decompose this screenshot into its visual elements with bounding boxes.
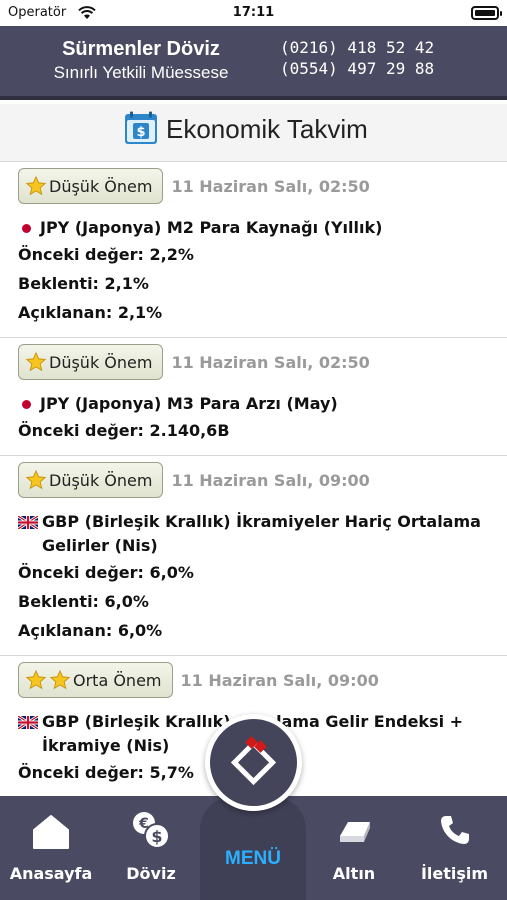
nav-currency-label: Döviz bbox=[126, 864, 176, 883]
calendar-dollar-icon: $ bbox=[125, 111, 157, 144]
importance-label: Düşük Önem bbox=[49, 176, 153, 196]
nav-gold-label: Altın bbox=[332, 864, 376, 883]
page-title: Ekonomik Takvim bbox=[166, 114, 368, 144]
menu-logo-button[interactable] bbox=[205, 714, 302, 811]
star-icon bbox=[25, 469, 47, 490]
event-date: 11 Haziran Salı, 09:00 bbox=[180, 670, 379, 690]
list-item[interactable]: Düşük Önem 11 Haziran Salı, 02:50 JPY (J… bbox=[0, 162, 507, 338]
clock: 17:11 bbox=[232, 5, 275, 20]
star-icon bbox=[25, 669, 47, 690]
forecast-value: Beklenti: 6,0% bbox=[18, 592, 149, 611]
economic-calendar-list[interactable]: Düşük Önem 11 Haziran Salı, 02:50 JPY (J… bbox=[0, 162, 507, 798]
nav-contact[interactable]: İletişim bbox=[402, 796, 507, 900]
list-item[interactable]: Düşük Önem 11 Haziran Salı, 09:00 GBP (B… bbox=[0, 456, 507, 656]
nav-home[interactable]: Anasayfa bbox=[0, 796, 102, 900]
list-item[interactable]: Düşük Önem 11 Haziran Salı, 02:50 JPY (J… bbox=[0, 338, 507, 456]
phone-number-2[interactable]: (0554) 497 29 88 bbox=[280, 59, 434, 78]
status-bar: Operatör 17:11 bbox=[0, 0, 507, 26]
nav-home-label: Anasayfa bbox=[9, 864, 93, 883]
event-title: GBP (Birleşik Krallık) İkramiyeler Hariç… bbox=[42, 512, 481, 555]
importance-badge: Orta Önem bbox=[18, 662, 173, 698]
star-icon bbox=[49, 669, 71, 690]
uk-flag-icon bbox=[18, 716, 38, 729]
home-icon bbox=[33, 815, 69, 849]
event-date: 11 Haziran Salı, 02:50 bbox=[171, 352, 370, 372]
importance-badge: Düşük Önem bbox=[18, 462, 164, 498]
phone-icon bbox=[440, 816, 469, 844]
importance-badge: Düşük Önem bbox=[18, 168, 164, 204]
page-title-bar: $ Ekonomik Takvim bbox=[0, 104, 507, 162]
currency-coins-icon: € $ bbox=[133, 812, 170, 849]
brand-logo-icon bbox=[230, 736, 277, 786]
importance-label: Orta Önem bbox=[73, 670, 162, 690]
previous-value: Önceki değer: 2,2% bbox=[18, 245, 194, 264]
forecast-value: Beklenti: 2,1% bbox=[18, 274, 149, 293]
phone-number-1[interactable]: (0216) 418 52 42 bbox=[280, 38, 434, 57]
company-name: Sürmenler Döviz bbox=[62, 38, 220, 60]
japan-flag-icon bbox=[18, 392, 36, 416]
actual-value: Açıklanan: 6,0% bbox=[18, 621, 163, 640]
svg-text:$: $ bbox=[151, 827, 162, 846]
nav-gold[interactable]: Altın bbox=[306, 796, 402, 900]
event-title: JPY (Japonya) M2 Para Kaynağı (Yıllık) bbox=[40, 218, 383, 237]
importance-badge: Düşük Önem bbox=[18, 344, 164, 380]
uk-flag-icon bbox=[18, 516, 38, 529]
previous-value: Önceki değer: 6,0% bbox=[18, 563, 194, 582]
event-date: 11 Haziran Salı, 09:00 bbox=[171, 470, 370, 490]
event-title: JPY (Japonya) M3 Para Arzı (May) bbox=[40, 394, 338, 413]
company-subtitle: Sınırlı Yetkili Müessese bbox=[53, 63, 229, 82]
gold-bar-icon bbox=[340, 822, 370, 842]
star-icon bbox=[25, 351, 47, 372]
nav-contact-label: İletişim bbox=[420, 864, 489, 883]
star-icon bbox=[25, 175, 47, 196]
battery-icon bbox=[471, 6, 502, 20]
svg-text:$: $ bbox=[136, 125, 145, 140]
actual-value: Açıklanan: 2,1% bbox=[18, 303, 163, 322]
importance-label: Düşük Önem bbox=[49, 470, 153, 490]
nav-menu-label[interactable]: MENÜ bbox=[200, 848, 306, 870]
previous-value: Önceki değer: 2.140,6B bbox=[18, 421, 230, 440]
japan-flag-icon bbox=[18, 216, 36, 240]
event-date: 11 Haziran Salı, 02:50 bbox=[171, 176, 370, 196]
app-header: Sürmenler Döviz Sınırlı Yetkili Müessese… bbox=[0, 26, 507, 100]
importance-label: Düşük Önem bbox=[49, 352, 153, 372]
nav-currency[interactable]: € $ Döviz bbox=[102, 796, 200, 900]
